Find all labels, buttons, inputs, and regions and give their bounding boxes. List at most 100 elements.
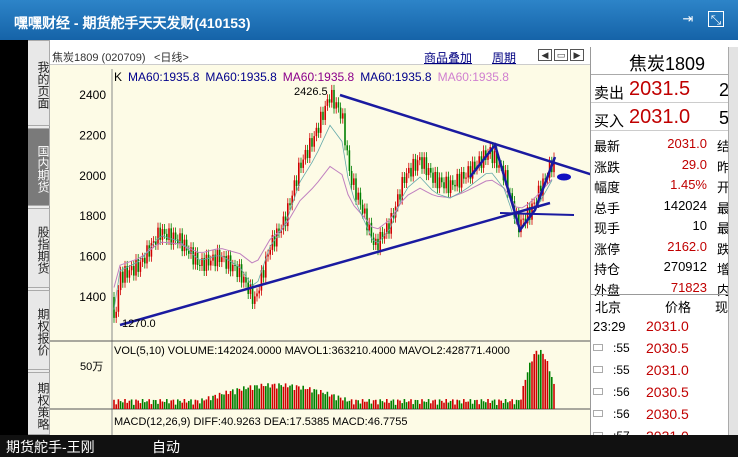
tab-index-futures[interactable]: 股指期货 xyxy=(28,208,50,288)
volume-bar xyxy=(458,400,461,409)
volume-bar xyxy=(269,387,271,409)
volume-bar xyxy=(122,402,124,409)
candle-body xyxy=(205,254,208,271)
volume-bar xyxy=(287,387,289,409)
volume-bar xyxy=(328,396,331,409)
maximize-icon[interactable]: ⤡ xyxy=(708,11,724,27)
volume-bar xyxy=(346,401,348,409)
volume-bar xyxy=(353,404,355,409)
candle-body xyxy=(300,162,302,168)
candle-body xyxy=(443,182,445,189)
candle-body xyxy=(447,176,450,194)
volume-bar xyxy=(507,402,509,409)
volume-bar xyxy=(317,394,320,409)
candle-body xyxy=(498,165,500,168)
cycle-button[interactable]: 周期 xyxy=(492,49,516,66)
volume-bar xyxy=(445,399,447,409)
volume-bar xyxy=(194,399,197,409)
volume-bar xyxy=(298,386,300,409)
y-tick-label: 1400 xyxy=(79,290,106,304)
tab-options-strategy[interactable]: 期权策略 xyxy=(28,372,50,435)
tick-price: 2031.0 xyxy=(646,362,689,378)
prev-icon[interactable]: ◀ xyxy=(538,49,552,61)
volume-bar xyxy=(236,388,238,409)
candle-body xyxy=(353,178,355,185)
candle-body xyxy=(465,177,467,179)
candle-body xyxy=(269,249,271,255)
volume-bar xyxy=(405,402,408,409)
bid-row: 买入 2031.0 5 xyxy=(591,105,738,131)
candle-body xyxy=(317,127,320,133)
volume-bar xyxy=(249,385,252,409)
volume-bar xyxy=(368,399,370,409)
tick-marker xyxy=(593,410,603,417)
volume-bar xyxy=(284,383,287,409)
volume-bar xyxy=(234,394,236,409)
volume-bar xyxy=(295,385,298,409)
quote-row-value: 10 xyxy=(692,218,707,233)
volume-bar xyxy=(454,404,456,409)
candle-body xyxy=(458,173,461,188)
volume-bar xyxy=(518,400,520,409)
candle-body xyxy=(348,150,351,171)
tab-my-page[interactable]: 我的页面 xyxy=(28,40,50,126)
quote-row: 幅度 1.45% 开 xyxy=(591,174,738,195)
quote-row: 总手 142024 最 xyxy=(591,195,738,216)
volume-bar xyxy=(152,399,155,409)
volume-bar xyxy=(179,400,181,409)
candlestick-chart[interactable]: 2400 2200 2000 1800 1600 1400 K MA60:1935.8 MA6… xyxy=(50,65,590,435)
pin-icon[interactable]: ⇥ xyxy=(680,11,696,27)
volume-bar xyxy=(163,401,166,409)
volume-bar xyxy=(546,361,549,409)
volume-bar xyxy=(221,394,223,409)
quote-row-value: 2162.0 xyxy=(667,238,707,254)
tab-domestic-futures[interactable]: 国内期货 xyxy=(28,128,50,206)
quote-row-value: 29.0 xyxy=(681,156,707,172)
ask-label: 卖出 xyxy=(594,85,625,102)
volume-bar xyxy=(183,399,186,409)
candle-body xyxy=(326,99,329,106)
right-scrollbar[interactable] xyxy=(728,47,738,435)
volume-bar xyxy=(128,400,131,409)
volume-bar xyxy=(533,354,535,409)
candle-body xyxy=(295,180,298,187)
candle-body xyxy=(333,89,335,109)
tab-options-quote[interactable]: 期权报价 xyxy=(28,290,50,370)
volume-bar xyxy=(531,361,533,409)
volume-bar xyxy=(311,392,313,409)
candle-body xyxy=(293,180,296,196)
volume-bar xyxy=(300,389,302,409)
next-icon[interactable]: ▶ xyxy=(570,49,584,61)
bid-price: 2031.0 xyxy=(629,106,691,128)
volume-bar xyxy=(502,402,505,409)
candle-body xyxy=(115,311,117,318)
candle-body xyxy=(350,170,353,185)
candle-body xyxy=(463,171,465,179)
overlay-button[interactable]: 商品叠加 xyxy=(424,49,472,66)
candle-body xyxy=(135,259,137,276)
volume-bar xyxy=(403,399,406,409)
volume-bar xyxy=(159,399,161,409)
status-mode: 自动 xyxy=(152,439,180,455)
volume-bar xyxy=(260,383,263,409)
tick-row: :55 2030.5 xyxy=(591,337,738,359)
quote-row-value: 142024 xyxy=(663,197,707,213)
split-icon[interactable]: ▭ xyxy=(554,49,568,61)
quote-row-label: 现手 xyxy=(594,221,621,236)
volume-bar xyxy=(381,401,384,409)
candle-body xyxy=(227,255,230,269)
candle-body xyxy=(405,173,408,183)
candle-body xyxy=(452,180,454,185)
volume-bar xyxy=(333,394,335,409)
volume-bar xyxy=(278,383,280,409)
volume-bar xyxy=(520,399,522,409)
volume-bar xyxy=(150,404,153,409)
candle-body xyxy=(194,252,197,265)
volume-bar xyxy=(157,403,159,409)
volume-bar xyxy=(117,399,120,409)
volume-bar xyxy=(166,399,168,409)
volume-bar xyxy=(212,395,214,409)
candle-body xyxy=(181,233,183,252)
status-user: 期货舵手-王刚 xyxy=(6,439,95,455)
volume-bar xyxy=(185,402,188,409)
